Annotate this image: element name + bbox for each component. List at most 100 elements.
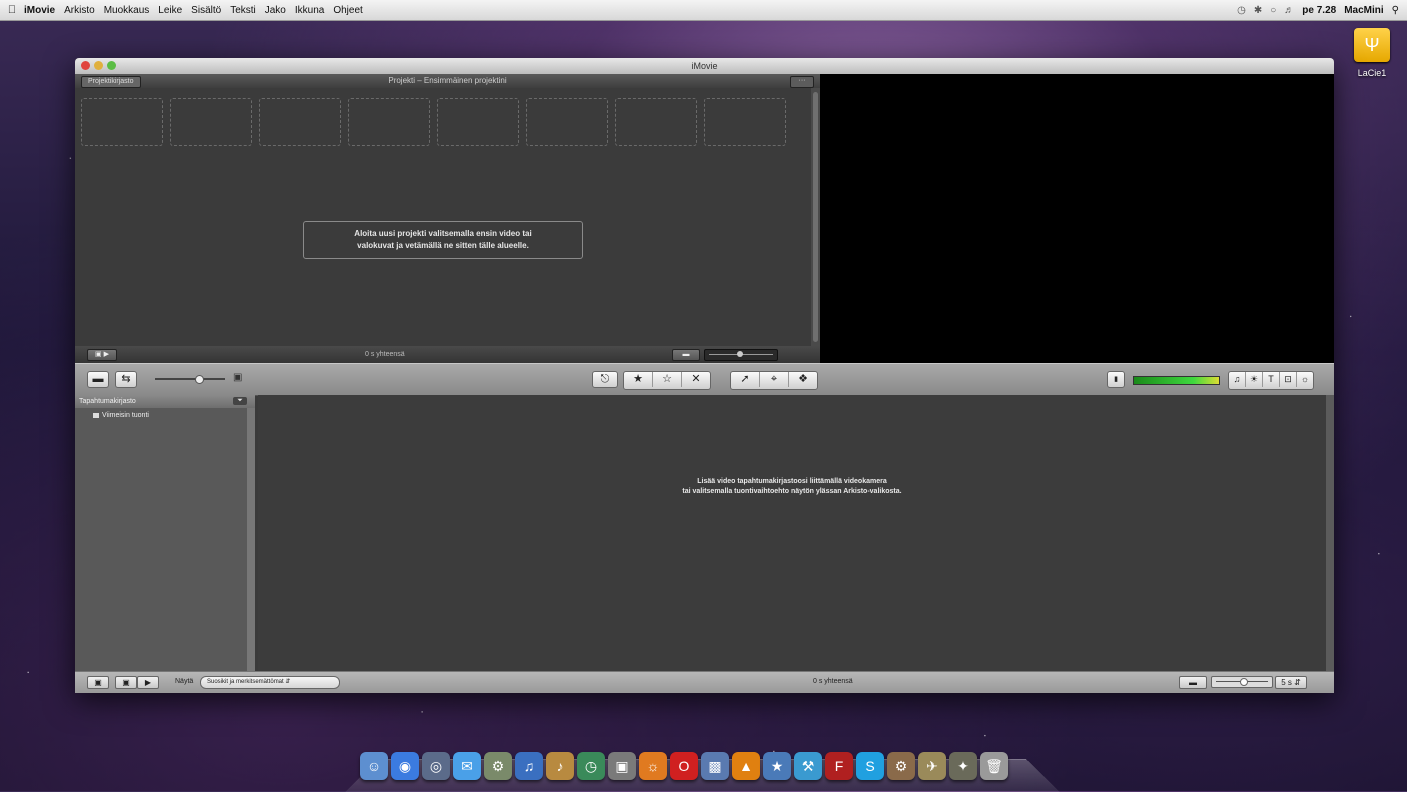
project-library-button[interactable]: Projektikirjasto xyxy=(81,76,141,88)
dashboard-icon[interactable]: ◎ xyxy=(422,752,450,780)
keyword-tool-icon[interactable]: ➚ xyxy=(731,372,760,387)
menu-item-jako[interactable]: Jako xyxy=(265,5,286,16)
menu-item-sisalto[interactable]: Sisältö xyxy=(191,5,221,16)
project-scrollbar[interactable] xyxy=(811,88,820,346)
imovie-icon[interactable]: ★ xyxy=(763,752,791,780)
play-full-screen-button[interactable]: ▣ xyxy=(115,676,137,689)
voiceover-button[interactable]: ▮ xyxy=(1107,371,1125,388)
photo-icon[interactable]: ▩ xyxy=(701,752,729,780)
project-view-toggle-button[interactable]: ▣ ▶ xyxy=(87,349,117,361)
unmark-star-icon[interactable]: ☆ xyxy=(653,372,682,387)
clip-size-knob[interactable] xyxy=(195,375,204,384)
project-placeholder-strip xyxy=(81,98,786,146)
trash-icon[interactable]: 🗑 xyxy=(980,752,1008,780)
menu-item-arkisto[interactable]: Arkisto xyxy=(64,5,95,16)
menu-bar:  iMovie Arkisto Muokkaus Leike Sisältö … xyxy=(0,0,1407,21)
duration-select[interactable]: 5 s ⇵ xyxy=(1275,676,1307,689)
project-scroll-thumb[interactable] xyxy=(813,92,818,342)
show-label: Näytä xyxy=(175,678,194,685)
rating-tools-group: ★ ☆ ✕ xyxy=(623,371,711,390)
xcode-icon[interactable]: ⚒ xyxy=(794,752,822,780)
project-title: Projekti – Ensimmäinen projektini xyxy=(388,76,507,85)
music-browser-icon[interactable]: ♫ xyxy=(1229,372,1246,387)
skype-icon[interactable]: S xyxy=(856,752,884,780)
spotlight-search-icon[interactable]: ⚲ xyxy=(1392,5,1399,16)
desktop-drive[interactable]: Ψ LaCie1 xyxy=(1349,28,1395,78)
show-library-button[interactable]: ▣ xyxy=(87,676,109,689)
edit-tools-group: ➚ ⌖ ❖ xyxy=(730,371,818,390)
swap-events-projects-button[interactable]: ⇆ xyxy=(115,371,137,388)
opera-icon[interactable]: O xyxy=(670,752,698,780)
project-menu-button[interactable]: ··· xyxy=(790,76,814,88)
event-total-duration: 0 s yhteensä xyxy=(813,678,853,685)
large-thumbnail-icon: ▣ xyxy=(233,372,243,383)
bluetooth-status-icon[interactable]: ✱ xyxy=(1254,5,1262,16)
menu-item-muokkaus[interactable]: Muokkaus xyxy=(104,5,150,16)
iphoto-icon[interactable]: ⚙ xyxy=(484,752,512,780)
menu-clock[interactable]: pe 7.28 xyxy=(1302,5,1336,16)
audio-level-meter xyxy=(1133,376,1220,385)
reject-icon[interactable]: ✕ xyxy=(682,372,710,387)
video-viewer[interactable] xyxy=(820,74,1334,363)
volume-status-icon[interactable]: ♬ xyxy=(1284,5,1294,16)
event-library-scrollbar[interactable] xyxy=(247,408,255,672)
menu-item-teksti[interactable]: Teksti xyxy=(230,5,256,16)
event-thumbnail-button[interactable]: ▬ xyxy=(1179,676,1207,689)
system-icon[interactable]: ⚙ xyxy=(887,752,915,780)
photo-browser-icon[interactable]: ☀ xyxy=(1246,372,1263,387)
eject-icon[interactable]: ⏷ xyxy=(233,397,247,405)
play-button[interactable]: ▶ xyxy=(137,676,159,689)
event-library-header: Tapahtumakirjasto ⏷ xyxy=(75,395,255,408)
filezilla-icon[interactable]: F xyxy=(825,752,853,780)
menu-app-name[interactable]: iMovie xyxy=(24,5,55,16)
inspector-icon[interactable]: ❖ xyxy=(789,372,817,387)
vlc-icon[interactable]: ▲ xyxy=(732,752,760,780)
map-browser-icon[interactable]: ☼ xyxy=(1297,372,1313,387)
minimize-button[interactable] xyxy=(94,61,103,70)
event-library-item[interactable]: Viimeisin tuonti xyxy=(75,408,255,419)
event-library-title: Tapahtumakirjasto xyxy=(79,398,136,405)
slider-knob[interactable] xyxy=(1240,678,1248,686)
favorite-star-icon[interactable]: ★ xyxy=(624,372,653,387)
menu-item-ikkuna[interactable]: Ikkuna xyxy=(295,5,324,16)
event-browser-hint: Lisää video tapahtumakirjastoosi liittäm… xyxy=(258,477,1326,497)
app-icon[interactable]: ✈ xyxy=(918,752,946,780)
star-icon[interactable]: ✦ xyxy=(949,752,977,780)
transition-browser-icon[interactable]: ⊡ xyxy=(1280,372,1297,387)
camera-import-button[interactable]: ▬ xyxy=(87,371,109,388)
finder-icon[interactable]: ☺ xyxy=(360,752,388,780)
timemachine-icon[interactable]: ◷ xyxy=(577,752,605,780)
event-browser-scrollbar[interactable] xyxy=(1326,395,1334,672)
apple-menu-icon[interactable]:  xyxy=(0,4,24,16)
safari-icon[interactable]: ◉ xyxy=(391,752,419,780)
title-browser-icon[interactable]: T xyxy=(1263,372,1280,387)
placeholder-thumb xyxy=(81,98,163,146)
show-filter-value: Suosikit ja merkitsemättömat xyxy=(207,679,284,685)
close-button[interactable] xyxy=(81,61,90,70)
drive-label: LaCie1 xyxy=(1357,68,1387,78)
event-browser[interactable]: Lisää video tapahtumakirjastoosi liittäm… xyxy=(258,395,1334,672)
menu-item-leike[interactable]: Leike xyxy=(158,5,182,16)
preview-icon[interactable]: ▣ xyxy=(608,752,636,780)
project-zoom-slider[interactable] xyxy=(704,349,778,361)
timemachine-status-icon[interactable]: ◷ xyxy=(1237,5,1246,16)
firefox-icon[interactable]: ☼ xyxy=(639,752,667,780)
menu-computer-name[interactable]: MacMini xyxy=(1344,5,1383,16)
wifi-status-icon[interactable]: ○ xyxy=(1270,5,1276,16)
window-titlebar[interactable]: iMovie xyxy=(75,58,1334,74)
show-filter-select[interactable]: Suosikit ja merkitsemättömat ⇵ xyxy=(200,676,340,689)
menu-item-ohjeet[interactable]: Ohjeet xyxy=(333,5,362,16)
usb-drive-icon: Ψ xyxy=(1354,28,1390,62)
slider-knob[interactable] xyxy=(737,351,743,357)
ichat-icon[interactable]: ✉ xyxy=(453,752,481,780)
crop-tool-icon[interactable]: ⌖ xyxy=(760,372,789,387)
clip-size-slider[interactable] xyxy=(155,378,225,380)
itunes-icon[interactable]: ♫ xyxy=(515,752,543,780)
event-zoom-slider[interactable] xyxy=(1211,676,1273,688)
placeholder-thumb xyxy=(348,98,430,146)
garageband-icon[interactable]: ♪ xyxy=(546,752,574,780)
project-thumbnail-button[interactable]: ▬ xyxy=(672,349,700,361)
main-toolbar: ▬ ⇆ ▣ ⎋ ★ ☆ ✕ ➚ ⌖ ❖ ▮ ♫ ☀ T ⊡ ☼ xyxy=(75,363,1334,396)
zoom-button[interactable] xyxy=(107,61,116,70)
arrow-tool-button[interactable]: ⎋ xyxy=(592,371,618,388)
